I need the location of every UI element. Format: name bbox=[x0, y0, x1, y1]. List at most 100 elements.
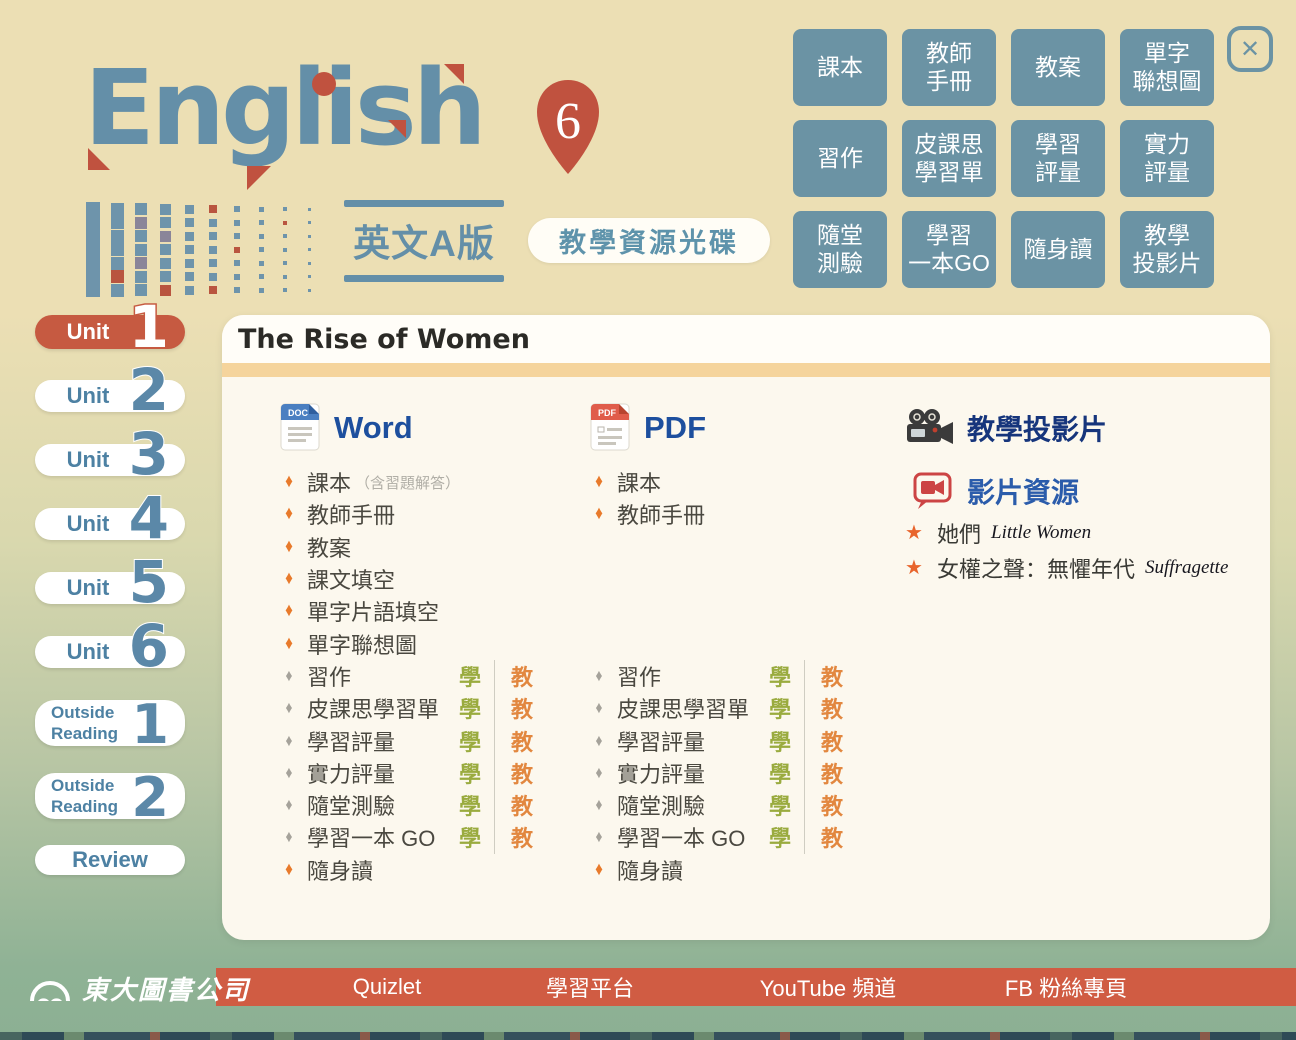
videos-heading: 影片資源 bbox=[967, 471, 1079, 511]
sidebar-item-outside-reading-1[interactable]: Outside Reading1 bbox=[35, 700, 185, 746]
menu-button-learning-assessment[interactable]: 學習 評量 bbox=[1011, 120, 1105, 197]
teacher-version-link[interactable]: 教 bbox=[508, 789, 536, 821]
teacher-version-link[interactable]: 教 bbox=[508, 821, 536, 853]
slides-section-header: 教學投影片 bbox=[905, 401, 1107, 455]
student-version-link[interactable]: 學 bbox=[456, 725, 484, 757]
diamond-bullet-icon: ♦ bbox=[282, 471, 296, 493]
menu-button-ability-assessment[interactable]: 實力 評量 bbox=[1120, 120, 1214, 197]
word-list: ♦課本（含習題解答）♦教師手冊♦教案♦課文填空♦單字片語填空♦單字聯想圖♦習作學… bbox=[280, 466, 560, 886]
resource-row: ♦單字片語填空 bbox=[280, 595, 560, 627]
sidebar-item-number: 1 bbox=[129, 304, 169, 352]
badge-divider bbox=[494, 692, 495, 724]
student-version-link[interactable]: 學 bbox=[456, 757, 484, 789]
movie-link[interactable]: ★她們Little Women bbox=[905, 515, 1228, 550]
dot-square bbox=[185, 218, 194, 227]
dot-square bbox=[283, 261, 287, 265]
student-version-link[interactable]: 學 bbox=[456, 821, 484, 853]
dot-square bbox=[234, 287, 240, 293]
sidebar-item-unit-4[interactable]: Unit4 bbox=[35, 508, 185, 540]
student-version-link[interactable]: 學 bbox=[766, 757, 794, 789]
resource-label[interactable]: 隨堂測驗 bbox=[617, 789, 705, 821]
student-version-link[interactable]: 學 bbox=[456, 692, 484, 724]
resource-label[interactable]: 習作 bbox=[307, 660, 351, 692]
resource-label[interactable]: 課文填空 bbox=[307, 563, 395, 595]
resource-label[interactable]: 課本 bbox=[617, 466, 661, 498]
student-version-link[interactable]: 學 bbox=[766, 725, 794, 757]
menu-button-teacher-manual[interactable]: 教師 手冊 bbox=[902, 29, 996, 106]
resource-label[interactable]: 隨身讀 bbox=[617, 854, 683, 886]
teacher-version-link[interactable]: 教 bbox=[508, 725, 536, 757]
sidebar-item-unit-3[interactable]: Unit3 bbox=[35, 444, 185, 476]
sidebar-item-unit-2[interactable]: Unit2 bbox=[35, 380, 185, 412]
empty-row bbox=[590, 595, 870, 627]
resource-label[interactable]: 教師手冊 bbox=[617, 498, 705, 530]
resource-label[interactable]: 學習一本 GO bbox=[307, 821, 435, 853]
close-button[interactable]: ✕ bbox=[1227, 26, 1273, 72]
resource-label[interactable]: 隨堂測驗 bbox=[307, 789, 395, 821]
edition-block: 英文A版 bbox=[344, 200, 504, 282]
sidebar-item-outside-reading-2[interactable]: Outside Reading2 bbox=[35, 773, 185, 819]
footer-link-quizlet[interactable]: Quizlet bbox=[353, 968, 421, 1006]
sidebar-item-review[interactable]: Review bbox=[35, 845, 185, 875]
menu-button-workbook[interactable]: 習作 bbox=[793, 120, 887, 197]
empty-row bbox=[590, 531, 870, 563]
footer-link-fb-fanpage[interactable]: FB 粉絲專頁 bbox=[1005, 968, 1127, 1006]
footer-link-learning-platform[interactable]: 學習平台 bbox=[546, 968, 634, 1006]
resource-label[interactable]: 皮課思學習單 bbox=[307, 692, 439, 724]
resource-label[interactable]: 單字片語填空 bbox=[307, 595, 439, 627]
teacher-version-link[interactable]: 教 bbox=[508, 692, 536, 724]
dot-square bbox=[111, 216, 124, 229]
teacher-version-link[interactable]: 教 bbox=[508, 757, 536, 789]
resource-label[interactable]: 學習一本 GO bbox=[617, 821, 745, 853]
teacher-version-link[interactable]: 教 bbox=[818, 821, 846, 853]
student-version-link[interactable]: 學 bbox=[456, 789, 484, 821]
teacher-version-link[interactable]: 教 bbox=[818, 660, 846, 692]
menu-button-word-mindmap[interactable]: 單字 聯想圖 bbox=[1120, 29, 1214, 106]
menu-button-teaching-slides[interactable]: 教學 投影片 bbox=[1120, 211, 1214, 288]
resource-label[interactable]: 單字聯想圖 bbox=[307, 628, 417, 660]
dot-square bbox=[135, 217, 147, 229]
resource-label[interactable]: 實力評量 bbox=[617, 757, 705, 789]
sidebar-item-number: 6 bbox=[129, 623, 169, 671]
menu-button-pisa-worksheet[interactable]: 皮課思 學習單 bbox=[902, 120, 996, 197]
dot-square bbox=[283, 207, 287, 211]
resource-label[interactable]: 課本 bbox=[307, 466, 351, 498]
student-version-link[interactable]: 學 bbox=[766, 660, 794, 692]
menu-button-lesson-plan[interactable]: 教案 bbox=[1011, 29, 1105, 106]
resource-label[interactable]: 習作 bbox=[617, 660, 661, 692]
dot-square bbox=[209, 286, 217, 294]
teacher-version-link[interactable]: 教 bbox=[508, 660, 536, 692]
resource-label[interactable]: 實力評量 bbox=[307, 757, 395, 789]
dot-square bbox=[234, 247, 240, 253]
teacher-version-link[interactable]: 教 bbox=[818, 692, 846, 724]
dot-square bbox=[135, 230, 147, 242]
menu-button-study-go[interactable]: 學習 一本GO bbox=[902, 211, 996, 288]
menu-button-textbook[interactable]: 課本 bbox=[793, 29, 887, 106]
resource-label[interactable]: 教案 bbox=[307, 531, 351, 563]
badge-divider bbox=[494, 660, 495, 692]
diamond-bullet-icon: ♦ bbox=[282, 698, 296, 718]
teacher-version-link[interactable]: 教 bbox=[818, 789, 846, 821]
footer-bar: Quizlet 學習平台 YouTube 頻道 FB 粉絲專頁 bbox=[216, 968, 1296, 1006]
movie-link[interactable]: ★女權之聲：無懼年代Suffragette bbox=[905, 550, 1228, 585]
diamond-bullet-icon: ♦ bbox=[592, 503, 606, 525]
resource-label[interactable]: 教師手冊 bbox=[307, 498, 395, 530]
teacher-version-link[interactable]: 教 bbox=[818, 725, 846, 757]
sidebar-item-unit-5[interactable]: Unit5 bbox=[35, 572, 185, 604]
menu-button-pocket-reader[interactable]: 隨身讀 bbox=[1011, 211, 1105, 288]
resource-label[interactable]: 隨身讀 bbox=[307, 854, 373, 886]
student-version-link[interactable]: 學 bbox=[766, 692, 794, 724]
footer-link-youtube-channel[interactable]: YouTube 頻道 bbox=[760, 968, 897, 1006]
word-heading: Word bbox=[334, 410, 413, 446]
menu-button-quiz[interactable]: 隨堂 測驗 bbox=[793, 211, 887, 288]
sidebar-item-unit-6[interactable]: Unit6 bbox=[35, 636, 185, 668]
diamond-bullet-icon: ♦ bbox=[592, 763, 606, 783]
resource-label[interactable]: 學習評量 bbox=[307, 725, 395, 757]
resource-label[interactable]: 學習評量 bbox=[617, 725, 705, 757]
resource-label[interactable]: 皮課思學習單 bbox=[617, 692, 749, 724]
sidebar-item-unit-1[interactable]: Unit1 bbox=[35, 315, 185, 349]
student-version-link[interactable]: 學 bbox=[766, 821, 794, 853]
student-version-link[interactable]: 學 bbox=[456, 660, 484, 692]
teacher-version-link[interactable]: 教 bbox=[818, 757, 846, 789]
student-version-link[interactable]: 學 bbox=[766, 789, 794, 821]
